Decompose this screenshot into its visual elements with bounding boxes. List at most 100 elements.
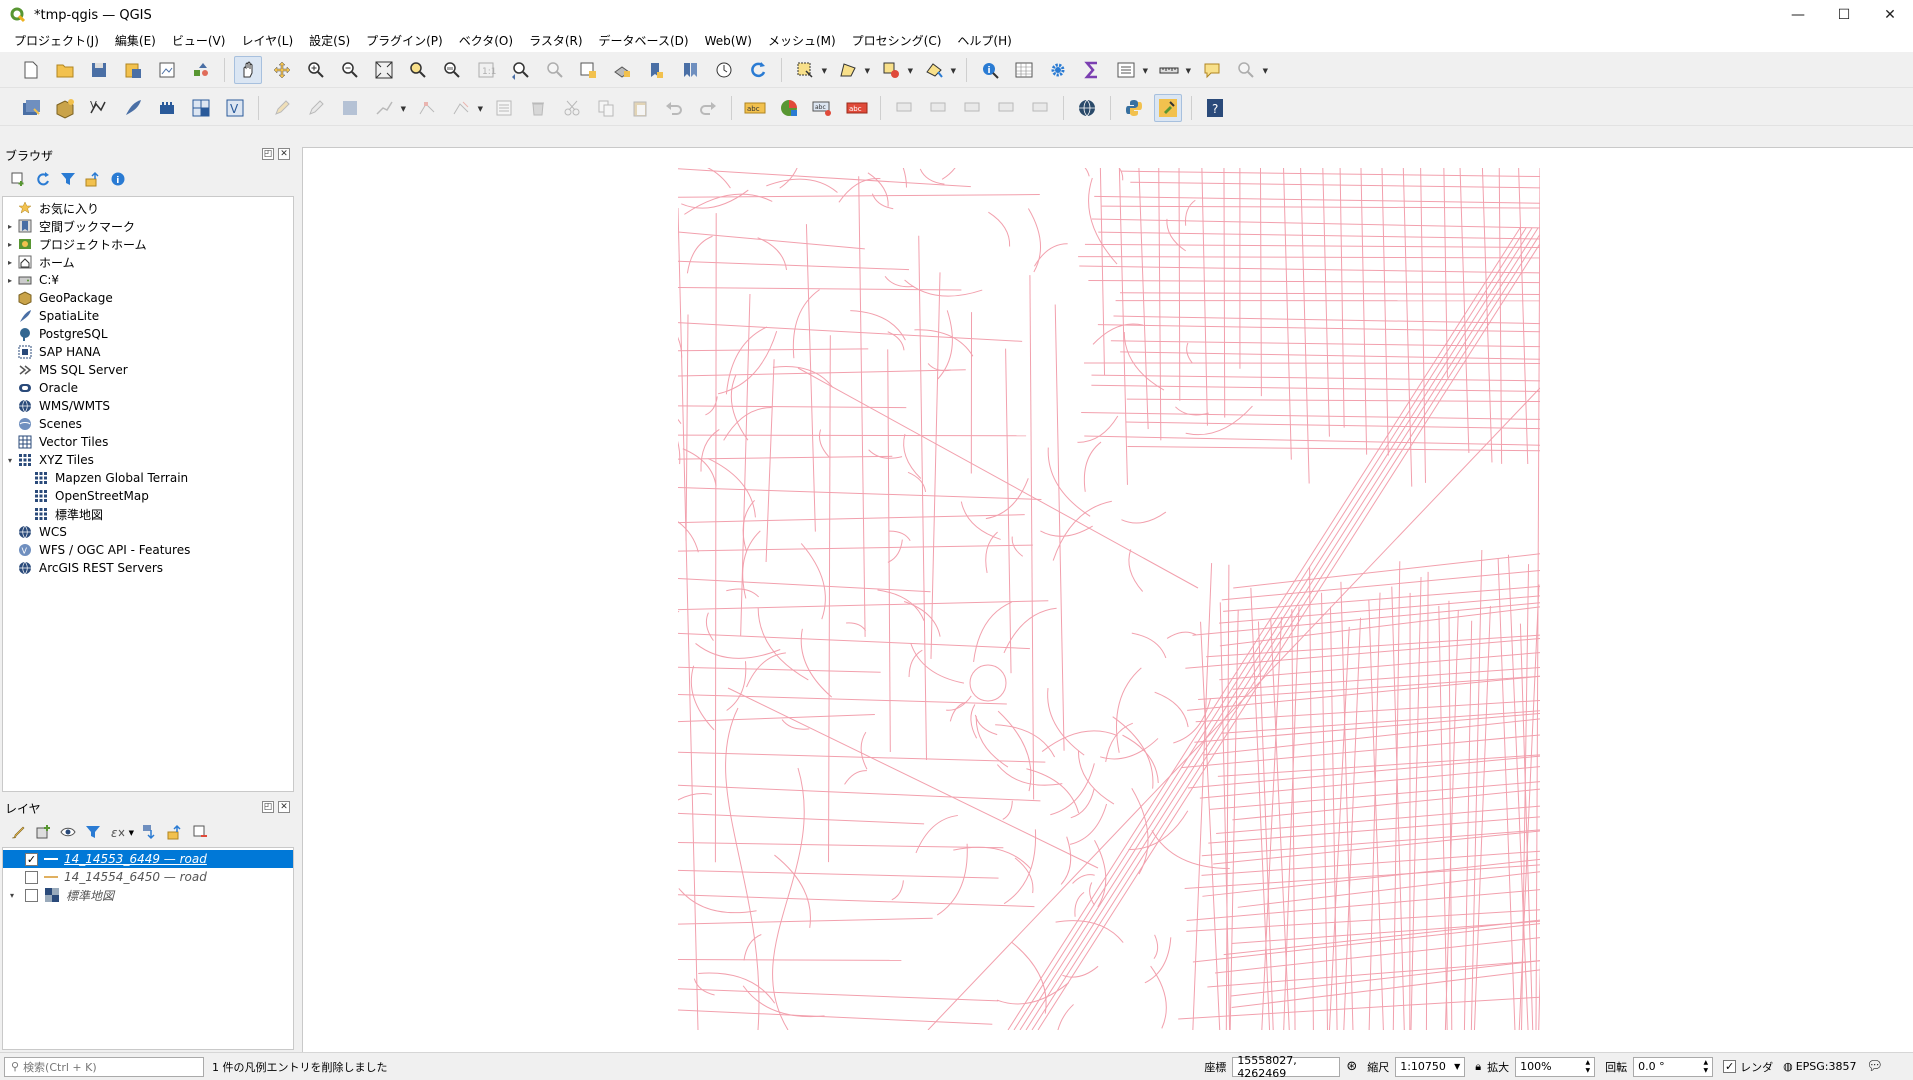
refresh-browser-button[interactable] bbox=[33, 169, 53, 189]
browser-item-mssql[interactable]: MS SQL Server bbox=[3, 361, 293, 379]
browser-item-vector-tiles[interactable]: Vector Tiles bbox=[3, 433, 293, 451]
magnifier-field[interactable]: 100% ▲ ▼ bbox=[1515, 1056, 1596, 1077]
zoom-last-button[interactable] bbox=[506, 56, 534, 84]
expand-all-button[interactable] bbox=[140, 822, 160, 842]
help-button[interactable]: ? bbox=[1201, 94, 1229, 122]
new-virtual-layer-button[interactable] bbox=[187, 94, 215, 122]
expand-arrow[interactable]: ▸ bbox=[3, 276, 17, 285]
python-console-button[interactable] bbox=[1120, 94, 1148, 122]
browser-item-scenes[interactable]: Scenes bbox=[3, 415, 293, 433]
open-field-calculator-button[interactable]: ▼ bbox=[1112, 56, 1148, 84]
filter-legend-button[interactable] bbox=[83, 822, 103, 842]
select-by-value-button[interactable]: ▼ bbox=[834, 56, 870, 84]
layer-row-basemap[interactable]: ▾ 標準地図 bbox=[3, 886, 293, 904]
bookmark-button[interactable] bbox=[642, 56, 670, 84]
select-features-button[interactable]: ▼ bbox=[791, 56, 827, 84]
remove-layer-button[interactable] bbox=[190, 822, 210, 842]
plugin-manager-button[interactable] bbox=[1154, 93, 1182, 122]
new-3d-view-button[interactable] bbox=[608, 56, 636, 84]
zoom-to-layer-button[interactable] bbox=[438, 56, 466, 84]
layer-row-road-2[interactable]: 14_14554_6450 — road bbox=[3, 868, 293, 886]
vertex-tool-button[interactable] bbox=[413, 94, 441, 122]
layer-diagram-button[interactable] bbox=[775, 94, 803, 122]
layers-close-button[interactable]: ✕ bbox=[278, 801, 290, 813]
zoom-next-button[interactable] bbox=[540, 56, 568, 84]
data-source-manager-button[interactable] bbox=[17, 94, 45, 122]
close-button[interactable]: ✕ bbox=[1867, 0, 1913, 30]
render-checkbox[interactable]: ✓ bbox=[1723, 1060, 1737, 1073]
menu-layer[interactable]: レイヤ(L) bbox=[233, 30, 301, 52]
measure-line-button[interactable]: ▼ bbox=[1155, 56, 1191, 84]
browser-item-spatialite[interactable]: SpatiaLite bbox=[3, 307, 293, 325]
zoom-out-button[interactable] bbox=[336, 56, 364, 84]
show-unplaced-labels-button[interactable]: abc bbox=[843, 94, 871, 122]
browser-item-globe[interactable]: WCS bbox=[3, 523, 293, 541]
layer-visibility-checkbox[interactable] bbox=[25, 870, 38, 884]
layers-float-button[interactable]: ◰ bbox=[262, 801, 274, 813]
toggle-editing-button[interactable] bbox=[268, 94, 296, 122]
show-bookmarks-button[interactable] bbox=[676, 56, 704, 84]
menu-edit[interactable]: 編集(E) bbox=[107, 30, 164, 52]
expand-arrow[interactable]: ▸ bbox=[3, 222, 17, 231]
change-label-button[interactable] bbox=[1026, 94, 1054, 122]
menu-view[interactable]: ビュー(V) bbox=[164, 30, 234, 52]
menu-settings[interactable]: 設定(S) bbox=[301, 30, 358, 52]
browser-item-star[interactable]: お気に入り bbox=[3, 199, 293, 217]
expand-arrow[interactable]: ▸ bbox=[3, 240, 17, 249]
layer-visibility-checkbox[interactable] bbox=[25, 888, 38, 902]
manage-visibility-button[interactable] bbox=[58, 822, 78, 842]
minimize-button[interactable]: — bbox=[1775, 0, 1821, 30]
layer-row-road-1[interactable]: ✓ 14_14553_6449 — road bbox=[3, 850, 293, 868]
mouse-coord-toggle-icon[interactable]: ⊛ bbox=[1346, 1059, 1357, 1074]
save-project-button[interactable] bbox=[85, 56, 113, 84]
rotate-label-button[interactable] bbox=[992, 94, 1020, 122]
copy-features-button[interactable] bbox=[592, 94, 620, 122]
browser-close-button[interactable]: ✕ bbox=[278, 148, 290, 160]
new-mesh-layer-button[interactable]: V bbox=[221, 94, 249, 122]
show-hide-labels-button[interactable] bbox=[924, 94, 952, 122]
menu-plugins[interactable]: プラグイン(P) bbox=[358, 30, 451, 52]
save-as-button[interactable] bbox=[119, 56, 147, 84]
add-group-button[interactable] bbox=[33, 822, 53, 842]
browser-item-xyz-tiles[interactable]: Mapzen Global Terrain bbox=[3, 469, 293, 487]
spinner-icon[interactable]: ▲ ▼ bbox=[1585, 1059, 1590, 1075]
browser-item-sap-hana[interactable]: SAP HANA bbox=[3, 343, 293, 361]
new-geopackage-button[interactable] bbox=[51, 94, 79, 122]
browser-item-xyz-tiles[interactable]: ▾ XYZ Tiles bbox=[3, 451, 293, 469]
current-edits-button[interactable] bbox=[302, 94, 330, 122]
zoom-to-selection-button[interactable] bbox=[404, 56, 432, 84]
browser-item-geopackage[interactable]: GeoPackage bbox=[3, 289, 293, 307]
browser-item-home[interactable]: ▸ ホーム bbox=[3, 253, 293, 271]
delete-selected-button[interactable] bbox=[524, 94, 552, 122]
move-label-button[interactable] bbox=[958, 94, 986, 122]
collapse-all-layers-button[interactable] bbox=[165, 822, 185, 842]
redo-button[interactable] bbox=[694, 94, 722, 122]
highlight-pinned-labels-button[interactable]: abc bbox=[809, 94, 837, 122]
undo-button[interactable] bbox=[660, 94, 688, 122]
cut-features-button[interactable] bbox=[558, 94, 586, 122]
save-edits-button[interactable] bbox=[336, 94, 364, 122]
browser-item-globe[interactable]: ArcGIS REST Servers bbox=[3, 559, 293, 577]
refresh-button[interactable] bbox=[744, 56, 772, 84]
identify-features-button[interactable]: i bbox=[976, 56, 1004, 84]
rotation-field[interactable]: 0.0 ° ▲ ▼ bbox=[1633, 1056, 1714, 1077]
browser-item-wfs[interactable]: V WFS / OGC API - Features bbox=[3, 541, 293, 559]
locator-button[interactable]: ▼ bbox=[1232, 56, 1268, 84]
temporal-controller-button[interactable] bbox=[710, 56, 738, 84]
modify-attributes-button[interactable] bbox=[490, 94, 518, 122]
menu-database[interactable]: データベース(D) bbox=[591, 30, 697, 52]
menu-project[interactable]: プロジェクト(J) bbox=[6, 30, 107, 52]
menu-web[interactable]: Web(W) bbox=[697, 30, 760, 52]
browser-item-xyz-tiles[interactable]: 標準地図 bbox=[3, 505, 293, 523]
browser-item-drive[interactable]: ▸ C:¥ bbox=[3, 271, 293, 289]
open-project-button[interactable] bbox=[51, 56, 79, 84]
browser-float-button[interactable]: ◰ bbox=[262, 148, 274, 160]
messages-icon[interactable]: 💬︎ bbox=[1866, 1059, 1883, 1074]
add-selected-layers-button[interactable] bbox=[8, 169, 28, 189]
filter-browser-button[interactable] bbox=[58, 169, 78, 189]
layer-visibility-checkbox[interactable]: ✓ bbox=[25, 852, 38, 866]
quickmapservices-button[interactable] bbox=[1073, 94, 1101, 122]
browser-item-postgresql[interactable]: PostgreSQL bbox=[3, 325, 293, 343]
menu-raster[interactable]: ラスタ(R) bbox=[521, 30, 590, 52]
expand-arrow[interactable]: ▾ bbox=[5, 891, 19, 900]
